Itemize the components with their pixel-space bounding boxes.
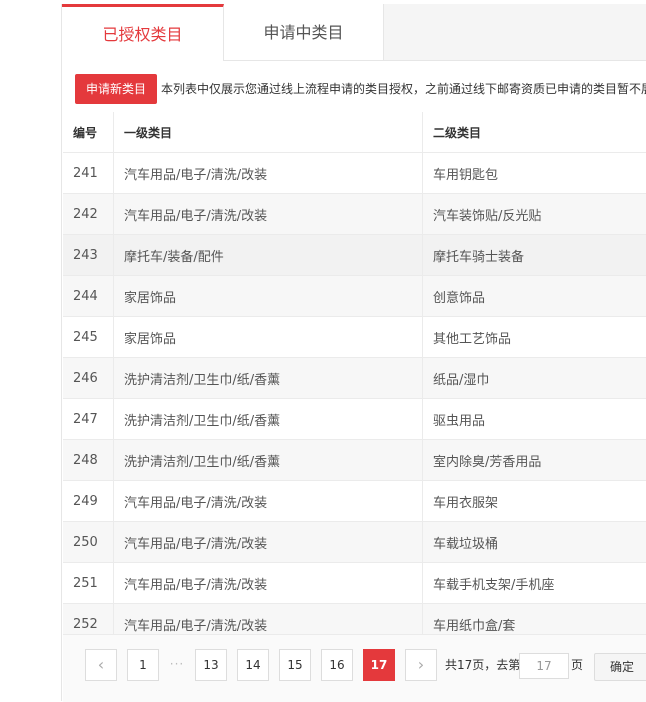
cell-id: 243 <box>63 235 114 276</box>
cell-level1: 家居饰品 <box>114 317 423 358</box>
page-button-16[interactable]: 16 <box>321 649 353 681</box>
header-level1: 一级类目 <box>114 112 423 153</box>
cell-id: 250 <box>63 522 114 563</box>
page-ellipsis: ··· <box>165 649 189 681</box>
notice-text: 本列表中仅展示您通过线上流程申请的类目授权，之前通过线下邮寄资质已申请的类目暂不… <box>161 74 646 104</box>
cell-level1: 汽车用品/电子/清洗/改装 <box>114 194 423 235</box>
header-level2: 二级类目 <box>423 112 646 153</box>
cell-level1: 洗护清洁剂/卫生巾/纸/香薰 <box>114 358 423 399</box>
total-pages-text: 共17页，去第 <box>445 649 520 681</box>
cell-id: 247 <box>63 399 114 440</box>
page-button-current[interactable]: 17 <box>363 649 395 681</box>
cell-level2: 纸品/湿巾 <box>423 358 646 399</box>
table-row: 248 洗护清洁剂/卫生巾/纸/香薰 室内除臭/芳香用品 <box>63 440 646 481</box>
next-page-button[interactable]: › <box>405 649 437 681</box>
cell-level1: 汽车用品/电子/清洗/改装 <box>114 481 423 522</box>
prev-page-button[interactable]: ‹ <box>85 649 117 681</box>
table-header-row: 编号 一级类目 二级类目 <box>63 112 646 153</box>
table-row: 244 家居饰品 创意饰品 <box>63 276 646 317</box>
cell-id: 249 <box>63 481 114 522</box>
cell-id: 242 <box>63 194 114 235</box>
cell-id: 251 <box>63 563 114 604</box>
table-row: 247 洗护清洁剂/卫生巾/纸/香薰 驱虫用品 <box>63 399 646 440</box>
table-row: 242 汽车用品/电子/清洗/改装 汽车装饰贴/反光贴 <box>63 194 646 235</box>
page-button-13[interactable]: 13 <box>195 649 227 681</box>
cell-level2: 其他工艺饰品 <box>423 317 646 358</box>
table-row: 250 汽车用品/电子/清洗/改装 车载垃圾桶 <box>63 522 646 563</box>
table-row: 243 摩托车/装备/配件 摩托车骑士装备 <box>63 235 646 276</box>
tab-bar: 已授权类目 申请中类目 <box>62 4 646 61</box>
cell-id: 241 <box>63 153 114 194</box>
cell-level1: 家居饰品 <box>114 276 423 317</box>
confirm-goto-button[interactable]: 确定 <box>594 653 646 681</box>
notice-row: 申请新类目 本列表中仅展示您通过线上流程申请的类目授权，之前通过线下邮寄资质已申… <box>62 60 646 116</box>
table-row: 245 家居饰品 其他工艺饰品 <box>63 317 646 358</box>
table-row: 249 汽车用品/电子/清洗/改装 车用衣服架 <box>63 481 646 522</box>
cell-level1: 洗护清洁剂/卫生巾/纸/香薰 <box>114 399 423 440</box>
cell-level2: 创意饰品 <box>423 276 646 317</box>
cell-level2: 车载垃圾桶 <box>423 522 646 563</box>
page-button-15[interactable]: 15 <box>279 649 311 681</box>
header-id: 编号 <box>63 112 114 153</box>
cell-level2: 车用钥匙包 <box>423 153 646 194</box>
cell-id: 245 <box>63 317 114 358</box>
authorized-category-panel: 已授权类目 申请中类目 申请新类目 本列表中仅展示您通过线上流程申请的类目授权，… <box>61 4 646 701</box>
apply-new-category-button[interactable]: 申请新类目 <box>75 74 157 104</box>
category-table: 编号 一级类目 二级类目 241 汽车用品/电子/清洗/改装 车用钥匙包 242… <box>63 112 646 645</box>
cell-level1: 洗护清洁剂/卫生巾/纸/香薰 <box>114 440 423 481</box>
goto-page-input[interactable] <box>519 653 569 679</box>
tab-pending[interactable]: 申请中类目 <box>224 4 384 60</box>
page-button-14[interactable]: 14 <box>237 649 269 681</box>
page-button-1[interactable]: 1 <box>127 649 159 681</box>
cell-level2: 汽车装饰贴/反光贴 <box>423 194 646 235</box>
cell-level2: 室内除臭/芳香用品 <box>423 440 646 481</box>
cell-level2: 驱虫用品 <box>423 399 646 440</box>
cell-id: 244 <box>63 276 114 317</box>
table-row: 251 汽车用品/电子/清洗/改装 车载手机支架/手机座 <box>63 563 646 604</box>
cell-level1: 汽车用品/电子/清洗/改装 <box>114 522 423 563</box>
tab-authorized[interactable]: 已授权类目 <box>62 4 224 61</box>
pagination: ‹ 1 ··· 13 14 15 16 17 › 共17页，去第 页 确定 <box>63 634 646 702</box>
cell-level2: 车用衣服架 <box>423 481 646 522</box>
cell-level2: 摩托车骑士装备 <box>423 235 646 276</box>
cell-level1: 汽车用品/电子/清洗/改装 <box>114 563 423 604</box>
table-row: 241 汽车用品/电子/清洗/改装 车用钥匙包 <box>63 153 646 194</box>
cell-level2: 车载手机支架/手机座 <box>423 563 646 604</box>
cell-level1: 摩托车/装备/配件 <box>114 235 423 276</box>
table-row: 246 洗护清洁剂/卫生巾/纸/香薰 纸品/湿巾 <box>63 358 646 399</box>
cell-id: 246 <box>63 358 114 399</box>
cell-id: 248 <box>63 440 114 481</box>
page-unit-label: 页 <box>571 649 583 681</box>
cell-level1: 汽车用品/电子/清洗/改装 <box>114 153 423 194</box>
